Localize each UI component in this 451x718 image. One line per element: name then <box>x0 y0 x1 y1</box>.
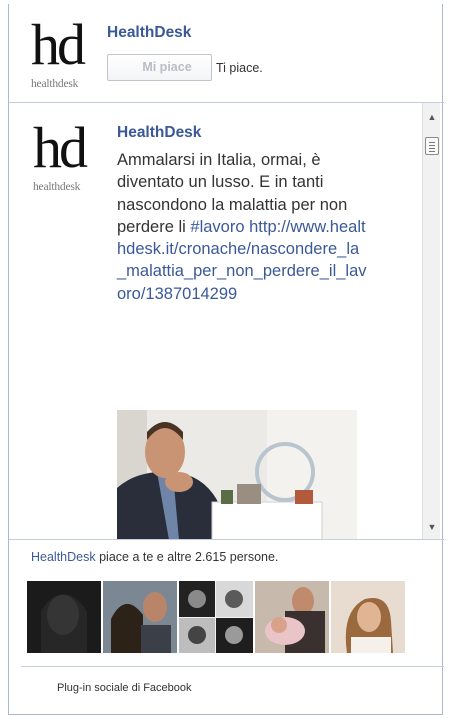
hashtag-link[interactable]: #lavoro <box>190 218 244 236</box>
arrow-up-icon[interactable]: ▲ <box>423 109 441 125</box>
page-name-link[interactable]: HealthDesk <box>31 550 96 564</box>
fan-avatar[interactable] <box>103 581 177 653</box>
like-button-label: Mi piace <box>142 60 192 74</box>
arrow-down-icon[interactable]: ▼ <box>423 519 441 535</box>
facebook-plugin-label[interactable]: Plug-in sociale di Facebook <box>57 682 192 694</box>
divider <box>21 666 444 667</box>
logo-word: healthdesk <box>31 78 79 90</box>
post-text: Ammalarsi in Italia, ormai, è diventato … <box>117 149 367 305</box>
post-stream[interactable]: hd healthdesk HealthDesk Ammalarsi in It… <box>9 103 444 539</box>
fan-avatar[interactable] <box>331 581 405 653</box>
like-button[interactable]: Mi piace <box>107 54 212 81</box>
logo-word: healthdesk <box>33 181 81 193</box>
post-photo-image <box>117 410 357 539</box>
scrollbar-thumb[interactable] <box>425 137 439 155</box>
fan-avatar[interactable] <box>27 581 101 653</box>
likes-summary: HealthDesk piace a te e altre 2.615 pers… <box>31 550 278 564</box>
logo-mark: hd <box>33 115 88 180</box>
fan-avatar[interactable] <box>179 581 253 653</box>
like-status: Ti piace. <box>216 61 263 75</box>
facebook-like-box: hd healthdesk HealthDesk Mi piace Ti pia… <box>8 4 444 715</box>
page-name-link[interactable]: HealthDesk <box>107 24 191 42</box>
post-author-avatar[interactable]: hd healthdesk <box>33 119 105 194</box>
page-logo[interactable]: hd healthdesk <box>31 16 103 91</box>
logo-mark: hd <box>31 12 86 77</box>
stream-scrollbar[interactable]: ▲ ▼ <box>422 103 440 539</box>
fan-avatar[interactable] <box>255 581 329 653</box>
likes-count-text: piace a te e altre 2.615 persone. <box>99 550 279 564</box>
divider <box>9 539 444 540</box>
post-photo[interactable] <box>117 410 357 539</box>
post-author-link[interactable]: HealthDesk <box>117 124 201 142</box>
